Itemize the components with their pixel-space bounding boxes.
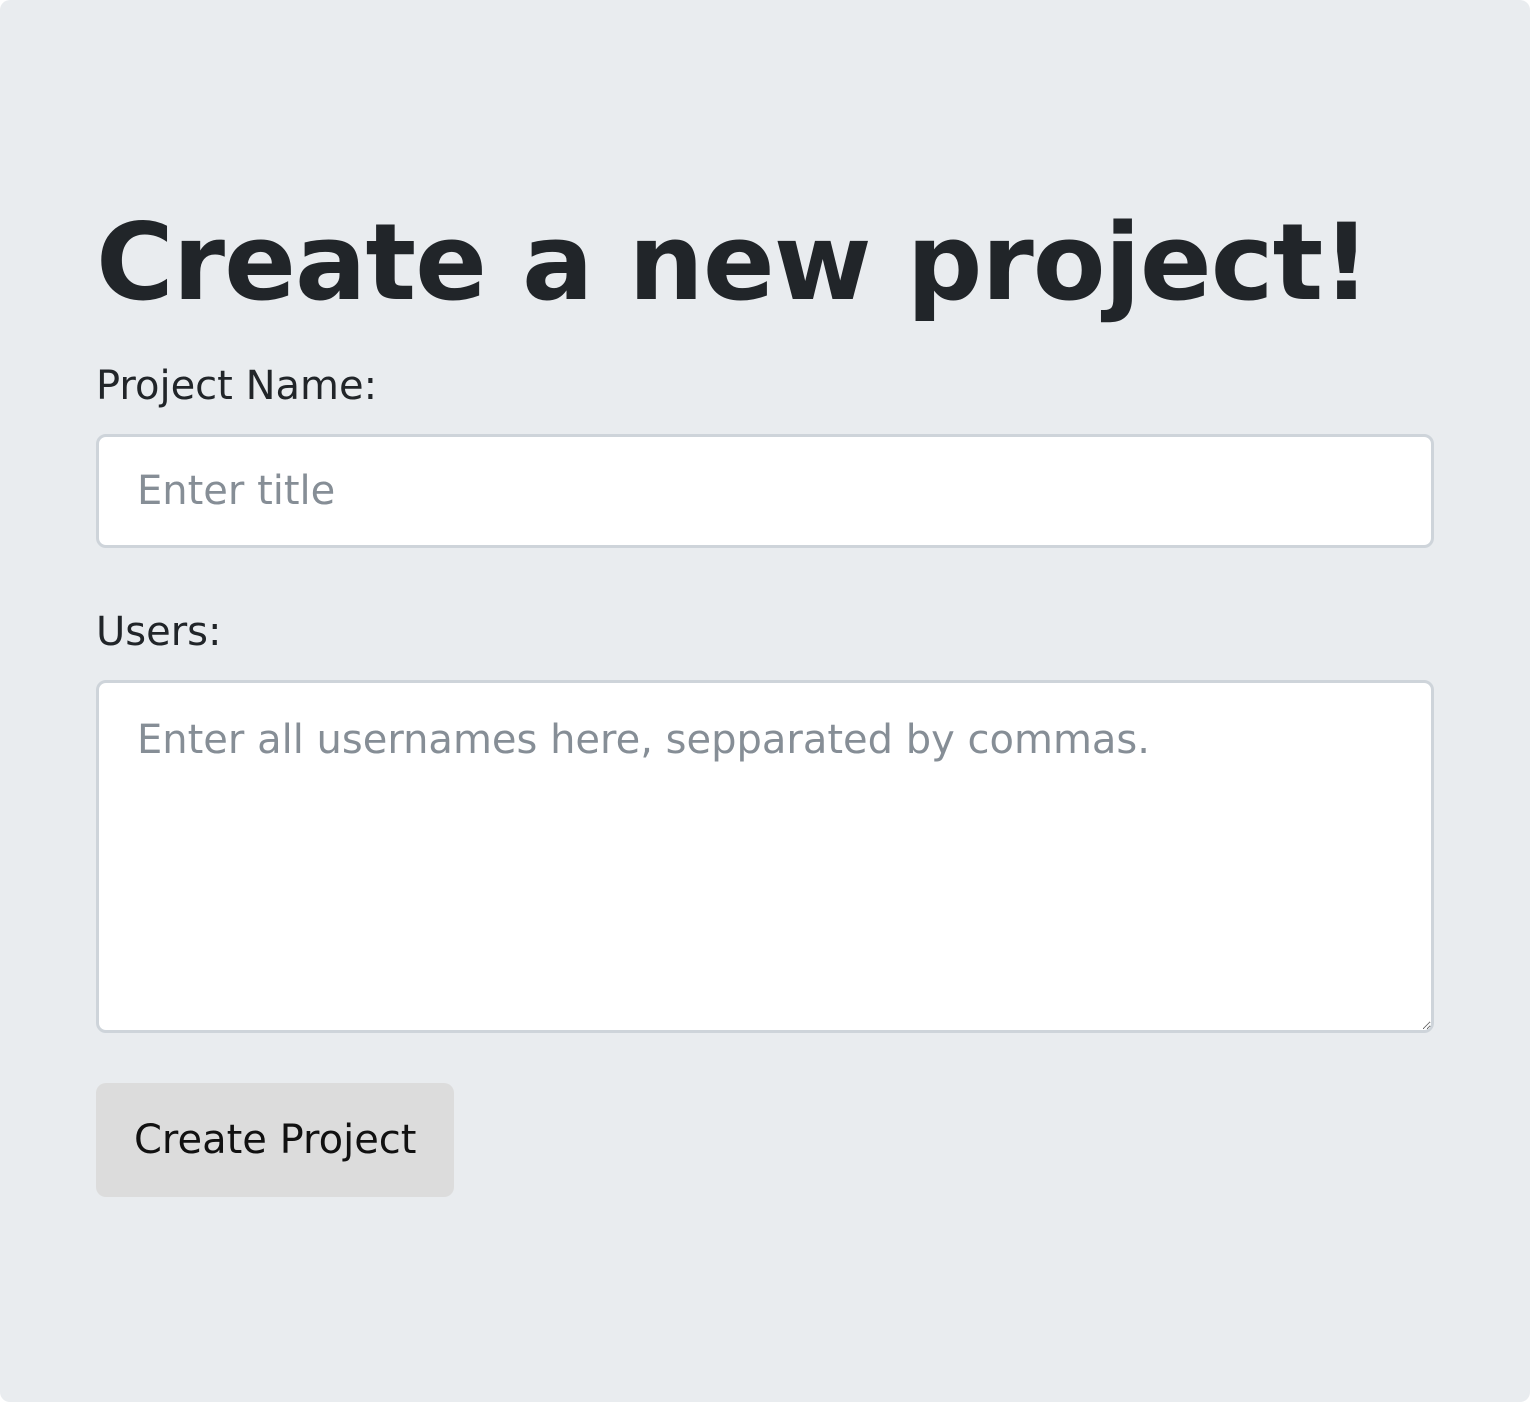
project-name-input[interactable]	[96, 434, 1434, 548]
page-panel: Create a new project! Project Name: User…	[0, 0, 1530, 1402]
users-textarea[interactable]	[96, 680, 1434, 1033]
users-label: Users:	[96, 609, 222, 655]
page-title: Create a new project!	[96, 201, 1371, 324]
create-project-form: Create a new project! Project Name: User…	[96, 200, 1434, 1197]
project-name-label: Project Name:	[96, 363, 378, 409]
create-project-button[interactable]: Create Project	[96, 1083, 455, 1197]
